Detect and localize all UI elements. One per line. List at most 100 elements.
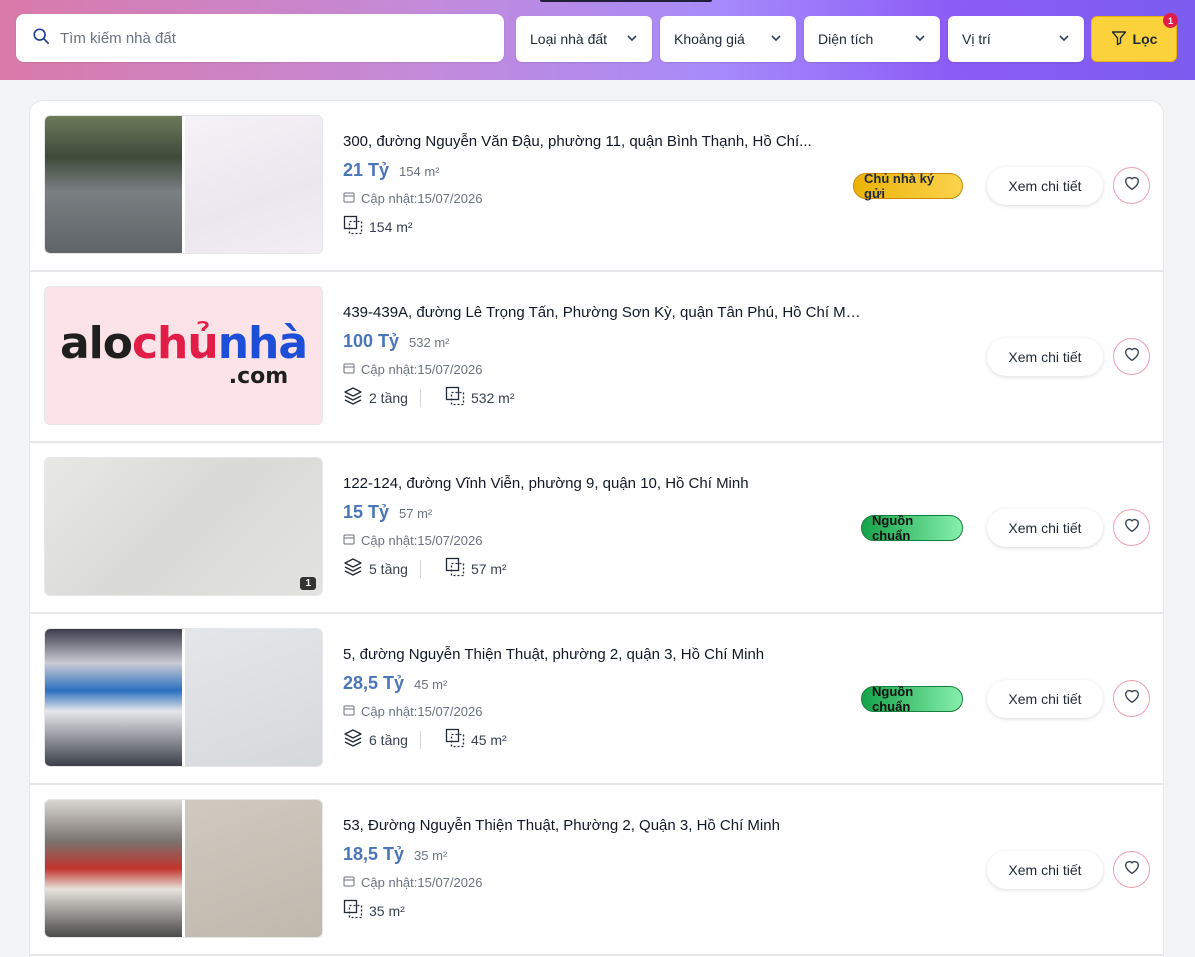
owner-consigned-badge: Chủ nhà ký gửi — [853, 171, 963, 201]
site-logo-domain: .com — [228, 364, 289, 389]
favorite-button[interactable] — [1113, 509, 1150, 546]
listing-row[interactable]: 300, đường Nguyễn Văn Đậu, phường 11, qu… — [30, 101, 1163, 272]
chevron-down-icon — [1058, 31, 1070, 47]
area-icon — [343, 899, 363, 922]
listing-floors: 6 tầng — [369, 731, 408, 748]
search-input[interactable] — [60, 29, 480, 47]
filter-button[interactable]: Lọc 1 — [1091, 13, 1178, 62]
area-icon — [445, 557, 465, 580]
listing-updated: Cập nhật:15/07/2026 — [361, 362, 483, 377]
meta-divider — [419, 388, 421, 407]
listing-row[interactable]: 1 122-124, đường Vĩnh Viễn, phường 9, qu… — [30, 443, 1163, 614]
house-photo — [45, 116, 182, 253]
listing-area: 532 m² — [470, 389, 515, 406]
filter-price-range[interactable]: Khoảng giá — [660, 16, 796, 62]
listing-area-small: 532 m² — [409, 335, 450, 350]
listing-area: 154 m² — [369, 218, 413, 235]
listing-area-small: 154 m² — [399, 164, 440, 179]
listing-address[interactable]: 53, Đường Nguyễn Thiện Thuật, Phường 2, … — [343, 817, 863, 834]
layers-icon — [343, 557, 363, 580]
listing-updated: Cập nhật:15/07/2026 — [361, 704, 483, 719]
favorite-button[interactable] — [1113, 338, 1150, 375]
listing-info: 439-439A, đường Lê Trọng Tấn, Phường Sơn… — [343, 304, 863, 409]
view-detail-button[interactable]: Xem chi tiết — [987, 167, 1103, 205]
listing-info: 122-124, đường Vĩnh Viễn, phường 9, quận… — [343, 475, 863, 580]
listing-price: 21 Tỷ — [343, 160, 390, 180]
listing-info: 53, Đường Nguyễn Thiện Thuật, Phường 2, … — [343, 817, 863, 922]
filter-label: Diện tích — [818, 31, 874, 47]
listing-row[interactable]: 53, Đường Nguyễn Thiện Thuật, Phường 2, … — [30, 785, 1163, 956]
area-icon — [445, 386, 465, 409]
calendar-icon — [343, 875, 355, 890]
listing-floors: 2 tầng — [369, 389, 408, 406]
listing-updated: Cập nhật:15/07/2026 — [361, 191, 483, 206]
area-icon — [343, 215, 363, 238]
view-detail-button[interactable]: Xem chi tiết — [987, 338, 1103, 376]
listing-price: 100 Tỷ — [343, 331, 400, 351]
shop-photo — [45, 629, 182, 766]
site-logo: alochủnhà — [59, 318, 308, 369]
view-detail-button[interactable]: Xem chi tiết — [987, 509, 1103, 547]
filter-label: Vị trí — [962, 31, 991, 47]
listing-row[interactable]: alochủnhà .com 439-439A, đường Lê Trọng … — [30, 272, 1163, 443]
listing-row[interactable]: 5, đường Nguyễn Thiện Thuật, phường 2, q… — [30, 614, 1163, 785]
listing-area-small: 45 m² — [414, 677, 448, 692]
listing-price: 15 Tỷ — [343, 502, 390, 522]
heart-icon — [1123, 687, 1141, 710]
view-detail-button[interactable]: Xem chi tiết — [987, 851, 1103, 889]
listing-thumbnail[interactable]: alochủnhà .com — [44, 286, 323, 425]
filter-label: Khoảng giá — [674, 31, 745, 47]
listing-thumbnail[interactable] — [44, 115, 323, 254]
listing-list: 300, đường Nguyễn Văn Đậu, phường 11, qu… — [29, 100, 1164, 957]
listing-updated: Cập nhật:15/07/2026 — [361, 533, 483, 548]
listing-area-small: 35 m² — [414, 848, 448, 863]
filter-label: Loại nhà đất — [530, 31, 608, 47]
favorite-button[interactable] — [1113, 680, 1150, 717]
layers-icon — [343, 386, 363, 409]
calendar-icon — [343, 533, 355, 548]
meta-divider — [419, 559, 421, 578]
listing-price: 18,5 Tỷ — [343, 844, 405, 864]
listing-thumbnail[interactable] — [44, 628, 323, 767]
layers-icon — [343, 728, 363, 751]
chevron-down-icon — [914, 31, 926, 47]
listing-price: 28,5 Tỷ — [343, 673, 405, 693]
chevron-down-icon — [770, 31, 782, 47]
verified-source-badge: Nguồn chuẩn — [861, 513, 963, 543]
shop-photo — [45, 800, 182, 937]
search-box[interactable] — [16, 14, 504, 62]
listing-address[interactable]: 5, đường Nguyễn Thiện Thuật, phường 2, q… — [343, 646, 863, 663]
filter-location[interactable]: Vị trí — [948, 16, 1084, 62]
listing-thumbnail[interactable] — [44, 799, 323, 938]
image-count-badge: 1 — [300, 577, 316, 590]
listing-floors: 5 tầng — [369, 560, 408, 577]
view-detail-button[interactable]: Xem chi tiết — [987, 680, 1103, 718]
listing-info: 5, đường Nguyễn Thiện Thuật, phường 2, q… — [343, 646, 863, 751]
document-photo — [182, 800, 322, 937]
document-photo: 1 — [45, 458, 322, 595]
listing-thumbnail[interactable]: 1 — [44, 457, 323, 596]
heart-icon — [1123, 516, 1141, 539]
favorite-button[interactable] — [1113, 851, 1150, 888]
document-photo — [182, 629, 322, 766]
heart-icon — [1123, 345, 1141, 368]
listing-area-small: 57 m² — [399, 506, 433, 521]
listing-address[interactable]: 122-124, đường Vĩnh Viễn, phường 9, quận… — [343, 475, 863, 492]
filter-button-label: Lọc — [1132, 31, 1158, 47]
filter-property-type[interactable]: Loại nhà đất — [516, 16, 652, 62]
verified-source-badge: Nguồn chuẩn — [861, 684, 963, 714]
meta-divider — [419, 730, 421, 749]
favorite-button[interactable] — [1113, 167, 1150, 204]
header-bar: Loại nhà đất Khoảng giá Diện tích Vị trí… — [0, 0, 1195, 80]
listing-area: 35 m² — [369, 902, 405, 919]
chevron-down-icon — [626, 31, 638, 47]
document-photo — [182, 116, 322, 253]
listing-address[interactable]: 300, đường Nguyễn Văn Đậu, phường 11, qu… — [343, 133, 863, 150]
listing-info: 300, đường Nguyễn Văn Đậu, phường 11, qu… — [343, 133, 863, 238]
listing-updated: Cập nhật:15/07/2026 — [361, 875, 483, 890]
filter-count-badge: 1 — [1163, 13, 1178, 28]
filter-area[interactable]: Diện tích — [804, 16, 940, 62]
heart-icon — [1123, 858, 1141, 881]
listing-area: 57 m² — [470, 560, 507, 577]
listing-address[interactable]: 439-439A, đường Lê Trọng Tấn, Phường Sơn… — [343, 304, 863, 321]
